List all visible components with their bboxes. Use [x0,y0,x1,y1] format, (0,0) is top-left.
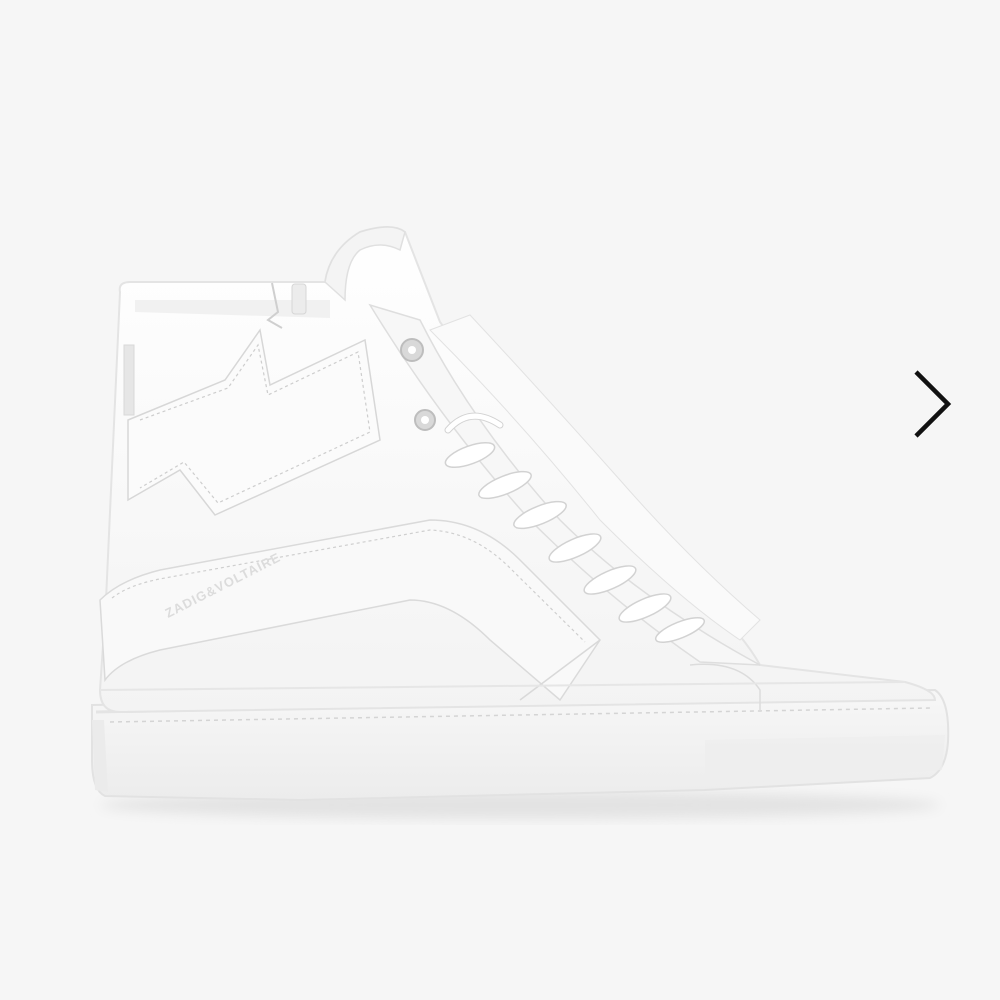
next-image-button[interactable] [900,360,964,448]
product-gallery: ZADIG&VOLTAIRE [0,0,1000,1000]
zipper-pull [291,283,307,315]
chevron-right-icon [914,370,952,438]
heel-tab [123,344,135,416]
product-image: ZADIG&VOLTAIRE [91,226,950,819]
